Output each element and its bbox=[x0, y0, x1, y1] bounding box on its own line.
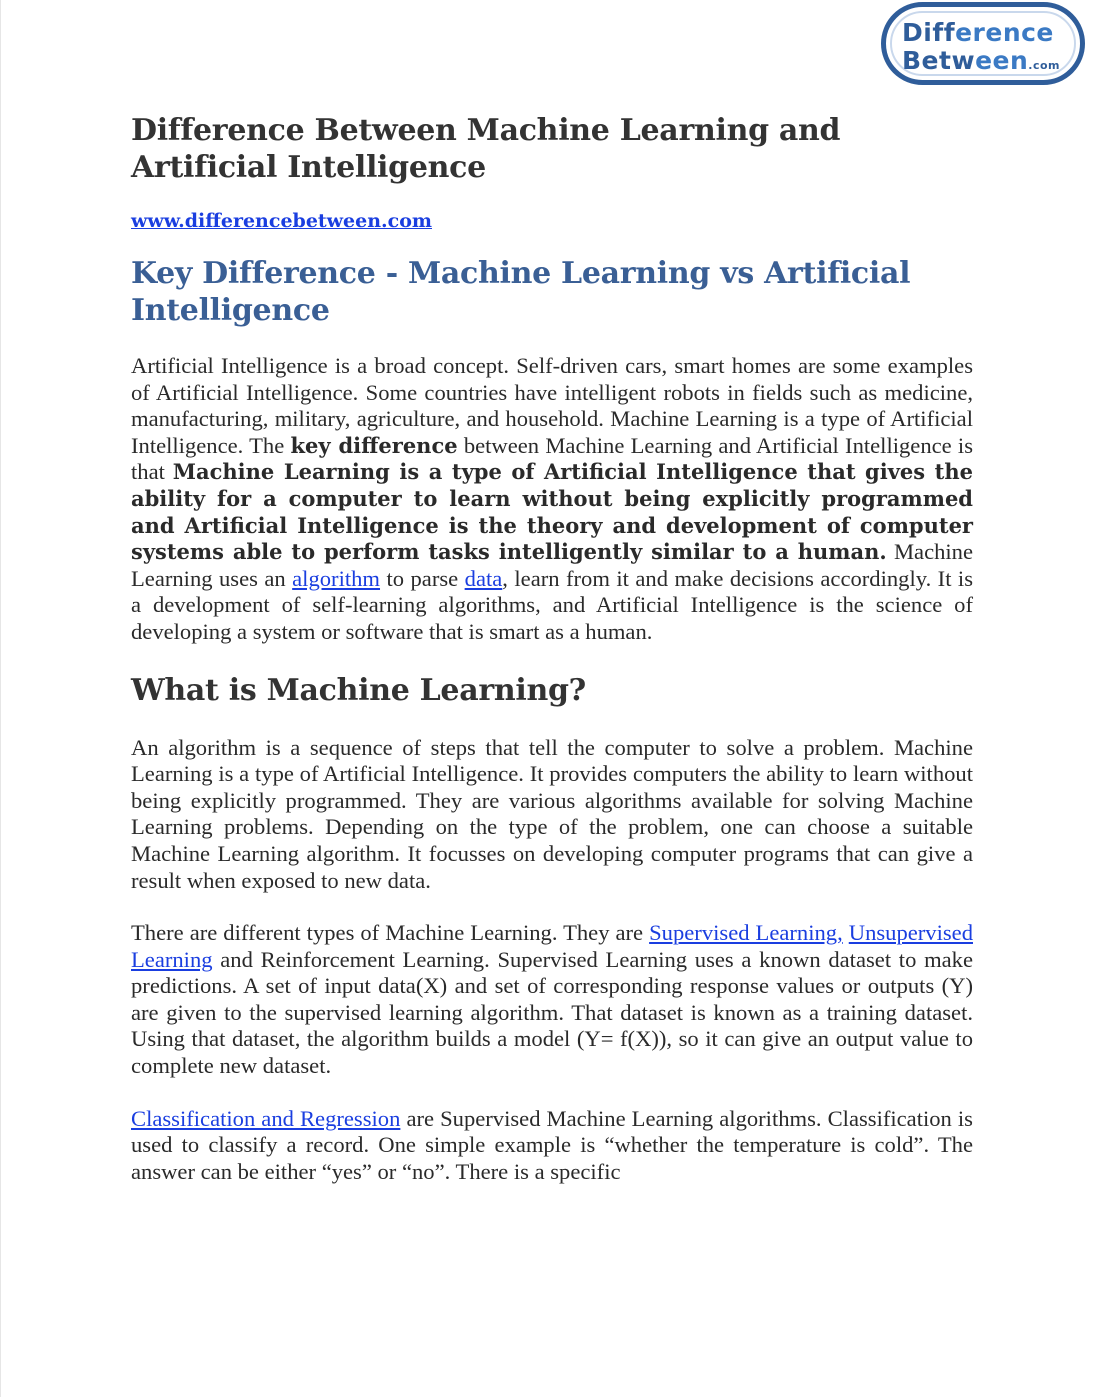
logo-text-een: een bbox=[975, 46, 1029, 75]
intro-bold-key-difference: key difference bbox=[290, 432, 458, 458]
page-title: Difference Between Machine Learning and … bbox=[131, 113, 841, 185]
supervised-learning-link[interactable]: Supervised Learning, bbox=[649, 920, 843, 945]
intro-bold-definition: Machine Learning is a type of Artificial… bbox=[131, 459, 973, 565]
intro-paragraph: Artificial Intelligence is a broad conce… bbox=[131, 353, 973, 646]
classification-regression-link[interactable]: Classification and Regression bbox=[131, 1106, 400, 1131]
logo-line-1: Difference bbox=[902, 19, 1054, 47]
data-link[interactable]: data bbox=[465, 566, 503, 591]
document-content: Difference Between Machine Learning and … bbox=[131, 112, 973, 1185]
ml-types-paragraph: There are different types of Machine Lea… bbox=[131, 920, 973, 1080]
difference-between-logo[interactable]: Difference Between.com bbox=[881, 2, 1085, 85]
site-url-link[interactable]: www.differencebetween.com bbox=[131, 210, 432, 232]
logo-text-com: .com bbox=[1028, 59, 1060, 72]
intro-text-4: to parse bbox=[380, 565, 465, 591]
classification-paragraph: Classification and Regression are Superv… bbox=[131, 1106, 973, 1186]
document-page: Difference Between.com Difference Betwee… bbox=[0, 0, 1094, 1397]
types-text-1: There are different types of Machine Lea… bbox=[131, 920, 650, 946]
ml-definition-paragraph: An algorithm is a sequence of steps that… bbox=[131, 734, 973, 893]
what-is-ml-heading: What is Machine Learning? bbox=[131, 672, 586, 708]
types-text-3: and Reinforcement Learning. Supervised L… bbox=[131, 946, 973, 1079]
logo-text-diff: Diff bbox=[902, 18, 956, 47]
logo-text-erence: erence bbox=[955, 18, 1054, 47]
logo-text-betw: Betw bbox=[902, 46, 976, 75]
logo-line-2: Between.com bbox=[902, 47, 1060, 80]
algorithm-link[interactable]: algorithm bbox=[292, 566, 380, 591]
key-difference-heading: Key Difference - Machine Learning vs Art… bbox=[131, 256, 911, 328]
